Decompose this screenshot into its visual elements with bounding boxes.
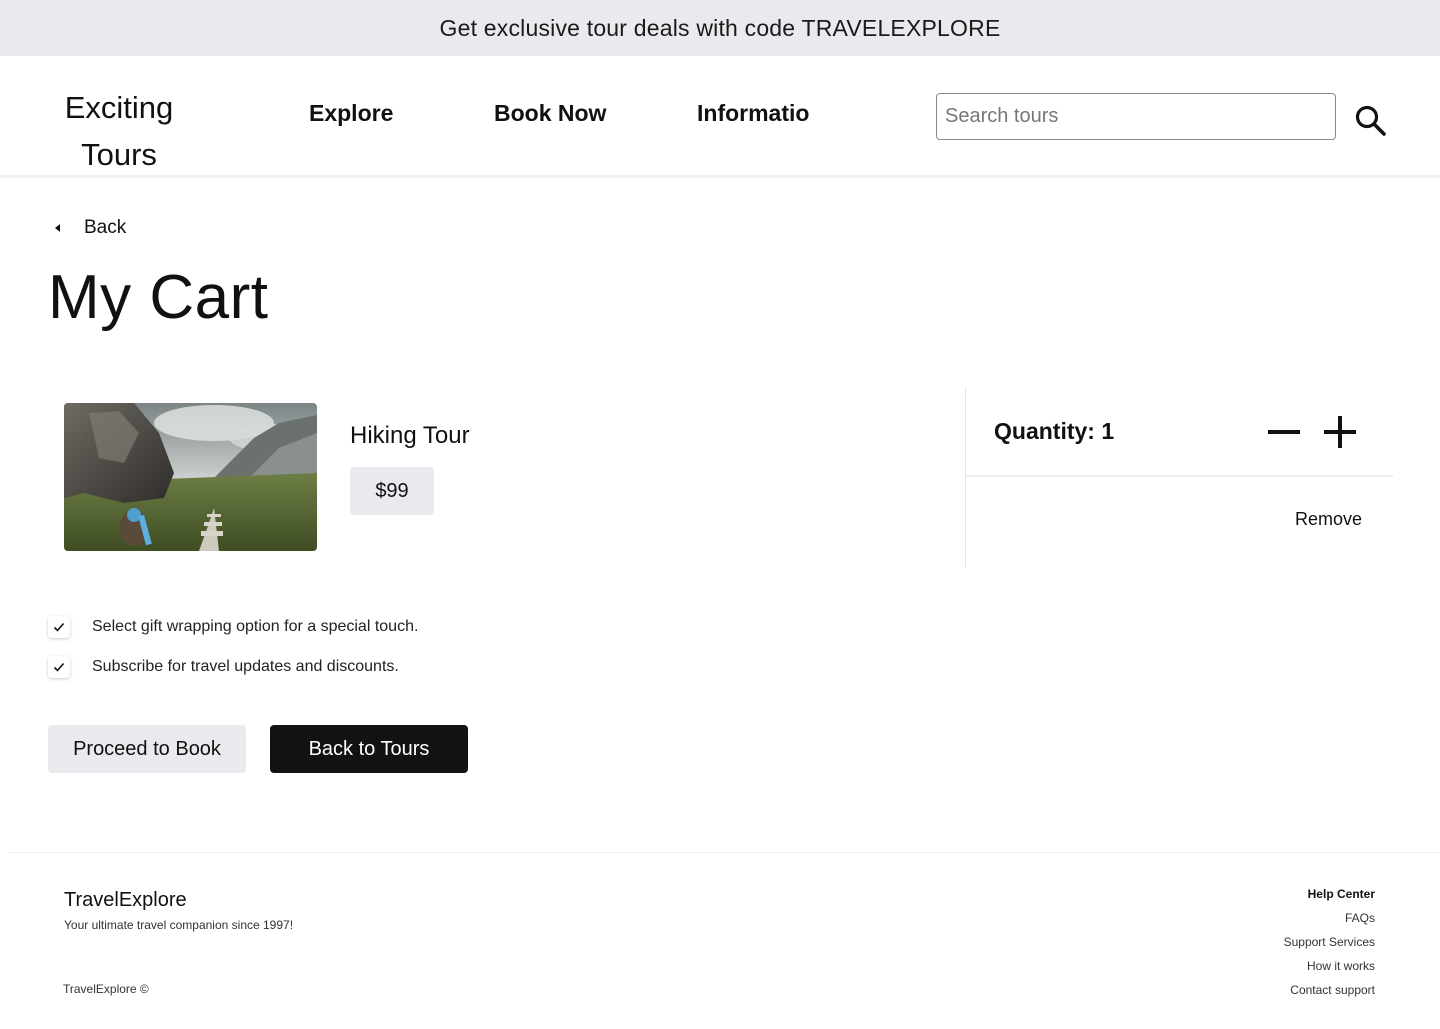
price-badge: $99 [350, 467, 434, 515]
page-title: My Cart [48, 263, 269, 332]
logo-line-1: Exciting [64, 90, 174, 125]
subscribe-label: Subscribe for travel updates and discoun… [92, 658, 399, 675]
footer-link-how-it-works[interactable]: How it works [1284, 957, 1375, 981]
footer-links-heading: Help Center [1307, 887, 1375, 901]
promo-text: Get exclusive tour deals with code TRAVE… [439, 14, 1001, 41]
decrease-quantity-button[interactable] [1266, 414, 1302, 450]
footer-brand: TravelExplore [64, 889, 187, 911]
logo-line-2: Tours [81, 137, 157, 172]
plus-icon [1324, 416, 1356, 448]
gift-wrap-label: Select gift wrapping option for a specia… [92, 618, 419, 635]
site-header: Exciting Tours Explore Book Now Informat… [0, 56, 1440, 177]
nav-book-now[interactable]: Book Now [494, 100, 606, 127]
check-icon [53, 662, 65, 672]
back-label: Back [84, 217, 127, 238]
back-link[interactable]: Back [52, 217, 126, 239]
back-to-tours-button[interactable]: Back to Tours [270, 725, 468, 773]
footer-link-contact[interactable]: Contact support [1284, 981, 1375, 1005]
quantity-panel: Quantity: 1 Remove [965, 387, 1393, 568]
increase-quantity-button[interactable] [1322, 414, 1358, 450]
search-icon [1355, 105, 1386, 136]
nav-information[interactable]: Informatio [697, 100, 809, 127]
footer-links: Help Center FAQs Support Services How it… [1284, 885, 1375, 1005]
subscribe-option[interactable]: Subscribe for travel updates and discoun… [48, 656, 399, 678]
price-value: $99 [375, 479, 409, 502]
proceed-to-book-button[interactable]: Proceed to Book [48, 725, 246, 773]
check-icon [53, 622, 65, 632]
promo-banner: Get exclusive tour deals with code TRAVE… [0, 0, 1440, 56]
quantity-row: Quantity: 1 [966, 387, 1393, 477]
footer-copyright: TravelExplore © [63, 982, 149, 996]
remove-item-button[interactable]: Remove [1295, 509, 1362, 530]
search-button[interactable] [1352, 102, 1390, 140]
tour-image [64, 403, 317, 551]
site-logo[interactable]: Exciting Tours [52, 84, 186, 178]
footer-link-faqs[interactable]: FAQs [1284, 909, 1375, 933]
search-input[interactable] [936, 93, 1336, 140]
footer-divider [8, 852, 1440, 853]
subscribe-checkbox[interactable] [48, 656, 70, 678]
gift-wrap-option[interactable]: Select gift wrapping option for a specia… [48, 616, 418, 638]
footer-link-support[interactable]: Support Services [1284, 933, 1375, 957]
gift-wrap-checkbox[interactable] [48, 616, 70, 638]
caret-left-icon [52, 217, 64, 239]
minus-icon [1268, 430, 1300, 434]
footer-tagline: Your ultimate travel companion since 199… [64, 918, 294, 932]
tour-name: Hiking Tour [350, 422, 470, 449]
nav-explore[interactable]: Explore [309, 100, 393, 127]
quantity-label: Quantity: 1 [994, 418, 1115, 444]
